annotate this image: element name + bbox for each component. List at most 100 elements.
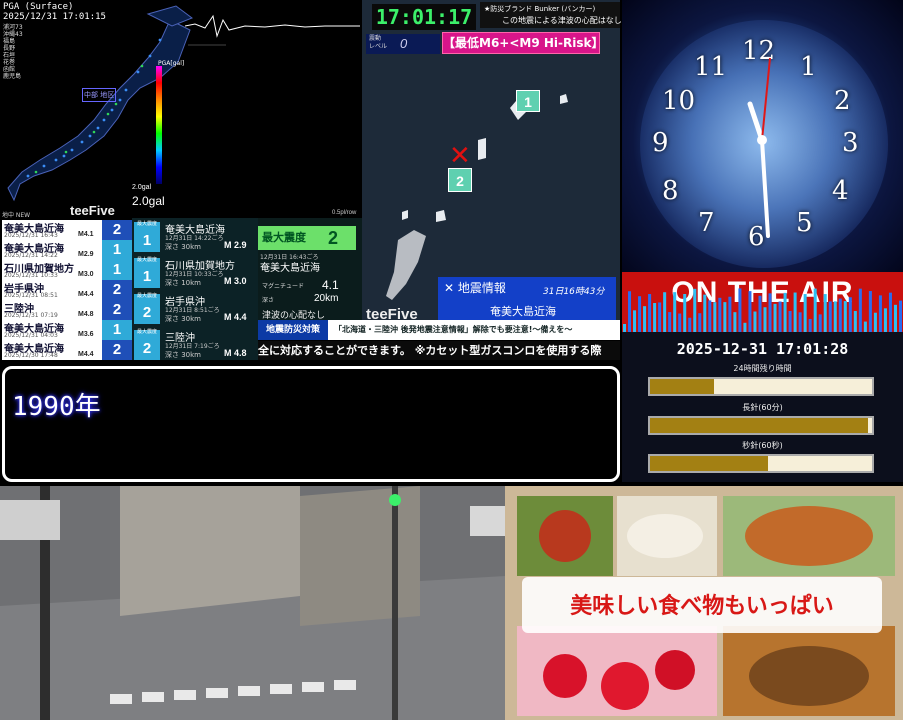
progress-bar-second — [648, 454, 874, 473]
progress-label: 長針(60分) — [742, 403, 783, 412]
list-item[interactable]: 岩手県沖 2025/12/31 08:51 M4.4 2 — [2, 280, 132, 300]
level-value: 0 — [400, 36, 408, 51]
audio-equalizer — [623, 288, 902, 332]
max-intensity-label: 最大震度 — [258, 226, 356, 250]
quake-info-time: 31日16時43分 — [543, 287, 605, 297]
pga-timestamp: 2025/12/31 17:01:15 — [3, 12, 106, 22]
equalizer-bar — [878, 295, 882, 332]
event-magnitude: M3.6 — [78, 331, 94, 338]
list-item[interactable]: 石川県加賀地方 2025/12/31 10:33 M3.0 1 — [2, 260, 132, 280]
hour-hand — [747, 101, 765, 143]
gal-small-label: 2.0gal — [132, 184, 152, 191]
detail-magnitude: M 4.8 — [224, 348, 247, 358]
equalizer-bar — [883, 308, 887, 332]
event-date: 2025/12/31 04:03 — [4, 332, 58, 339]
equalizer-bar — [773, 303, 777, 332]
equalizer-bar — [653, 303, 657, 332]
equalizer-bar — [658, 302, 662, 332]
pga-color-scale — [156, 66, 162, 184]
equalizer-bar — [893, 304, 897, 332]
station-name: 石垣 — [3, 52, 16, 59]
detail-date: 12月31日 7:19ごろ — [165, 343, 220, 350]
equalizer-bar — [868, 291, 872, 332]
list-item[interactable]: 2 三陸沖 12月31日 7:19ごろ 深さ 30km M 4.8 — [132, 318, 258, 362]
progress-bar-minute — [648, 416, 874, 435]
equalizer-bar — [663, 292, 667, 332]
event-magnitude: M4.8 — [78, 311, 94, 318]
event-intensity: 2 — [102, 220, 132, 240]
equalizer-bar — [758, 295, 762, 332]
event-date: 2025/12/30 17:48 — [4, 352, 58, 359]
gal-value: 2.0gal — [132, 194, 165, 208]
scroll-ticker-text: 全に対応することができます。 ※カセット型ガスコンロを使用する際 — [258, 344, 602, 357]
equalizer-bar — [808, 318, 812, 332]
clock-center — [757, 135, 767, 145]
detail-date: 12月31日 14:22ごろ — [165, 235, 224, 242]
equalizer-bar — [738, 288, 742, 332]
equalizer-bar — [673, 292, 677, 332]
equalizer-bar — [648, 294, 652, 332]
equalizer-bar — [728, 296, 732, 332]
event-magnitude: M4.4 — [78, 351, 94, 358]
station-name: 長野 — [3, 45, 16, 52]
equalizer-bar — [703, 294, 707, 332]
progress-fill — [650, 418, 868, 433]
intensity-marker-1: 1 — [516, 90, 540, 112]
station-name: 鹿児島 — [3, 73, 22, 80]
equalizer-bar — [813, 288, 817, 332]
equalizer-bar — [723, 302, 727, 332]
datetime-display: 2025-12-31 17:01:28 — [676, 340, 849, 358]
detail-depth: 深さ 30km — [165, 243, 202, 251]
station-name: 福島 — [3, 38, 16, 45]
equalizer-bar — [833, 301, 837, 332]
equalizer-bar — [793, 292, 797, 332]
equalizer-bar — [788, 310, 792, 332]
list-item[interactable]: 奄美大島近海 2025/12/31 04:03 M3.6 1 — [2, 320, 132, 340]
intensity-marker-2: 2 — [448, 168, 472, 192]
level-label: 震動 レベル — [369, 35, 387, 51]
ticker-headline: 「北海道・三陸沖 後発地震注意情報」解除でも要注意!～備えを～ — [334, 325, 573, 334]
street-scene — [0, 486, 505, 720]
detail-date: 12月31日 8:51ごろ — [165, 307, 220, 314]
list-item[interactable]: 三陸沖 2025/12/31 07:19 M4.8 2 — [2, 300, 132, 320]
clock-hands — [747, 57, 771, 238]
equalizer-bar — [643, 306, 647, 332]
equalizer-bar — [638, 296, 642, 332]
progress-label: 24時間残り時間 — [733, 364, 792, 373]
station-name: 函館 — [3, 66, 16, 73]
equalizer-bar — [898, 300, 902, 332]
second-hand — [761, 57, 771, 141]
detail-list: 1 奄美大島近海 12月31日 14:22ごろ 深さ 30km M 2.9 1 … — [132, 210, 258, 362]
max-intensity-place: 奄美大島近海 — [260, 263, 320, 274]
equalizer-bar — [698, 313, 702, 332]
detail-depth: 深さ 10km — [165, 279, 202, 287]
level-label-line-2: レベル — [369, 43, 388, 50]
event-intensity: 1 — [102, 240, 132, 260]
level-label-line-1: 震動 — [369, 35, 382, 42]
equalizer-bar — [888, 292, 892, 332]
list-item[interactable]: 奄美大島近海 2025/12/30 17:48 M4.4 2 — [2, 340, 132, 360]
equalizer-bar — [708, 300, 712, 332]
station-name: 花巻 — [3, 59, 16, 66]
progress-bar-24h — [648, 377, 874, 396]
magnitude-value: 4.1 — [322, 278, 339, 292]
top-clock: 17:01:17 — [372, 4, 476, 30]
equalizer-bar — [778, 301, 782, 332]
event-magnitude: M3.0 — [78, 271, 94, 278]
list-item[interactable]: 奄美大島近海 2025/12/31 16:43 M4.1 2 — [2, 220, 132, 240]
quake-info-title: ✕ 地震情報 — [444, 281, 506, 295]
equalizer-bar — [763, 307, 767, 332]
epicenter-icon: ✕ — [449, 141, 471, 171]
risk-badge: 【最低M6+<M9 Hi-Risk】 — [442, 32, 603, 54]
equalizer-bar — [683, 294, 687, 332]
equalizer-bar — [688, 317, 692, 332]
equalizer-bar — [623, 324, 627, 332]
equalizer-bar — [818, 314, 822, 332]
equalizer-bar — [828, 301, 832, 332]
detail-magnitude: M 2.9 — [224, 240, 247, 250]
list-item[interactable]: 奄美大島近海 2025/12/31 14:22 M2.9 1 — [2, 240, 132, 260]
equalizer-bar — [713, 302, 717, 332]
event-intensity: 2 — [102, 280, 132, 300]
equalizer-bar — [768, 293, 772, 332]
equalizer-bar — [733, 312, 737, 332]
